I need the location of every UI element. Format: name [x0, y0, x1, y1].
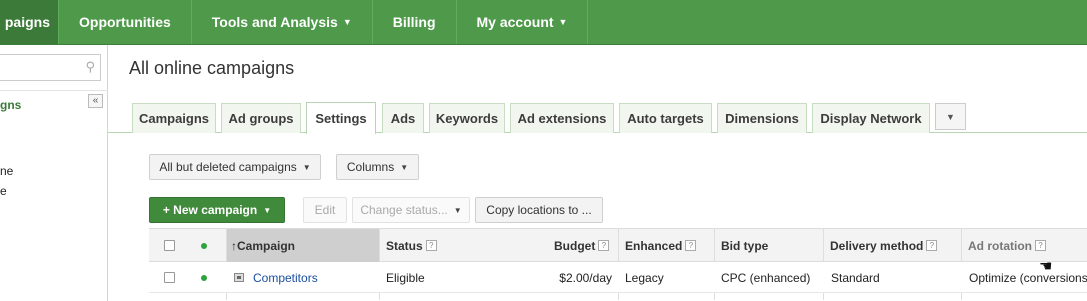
search-campaign-icon	[234, 273, 244, 282]
help-icon[interactable]: ?	[685, 240, 697, 251]
select-all-checkbox[interactable]	[164, 229, 175, 262]
dropdown-label: Change status...	[360, 203, 448, 217]
column-header-campaign[interactable]: ↑ Campaign	[226, 229, 379, 262]
status-dot	[201, 262, 207, 293]
tab-ad-groups[interactable]: Ad groups	[221, 103, 301, 133]
sidebar-item-online[interactable]: ne	[0, 164, 13, 178]
nav-tab-label: paigns	[4, 14, 50, 30]
campaign-link[interactable]: Competitors	[253, 271, 318, 285]
column-header-label: Budget	[554, 238, 596, 253]
column-header-delivery-method[interactable]: Delivery method?	[830, 229, 938, 262]
dropdown-label: All but deleted campaigns	[159, 160, 297, 174]
column-header-label: Campaign	[237, 238, 296, 253]
row-checkbox[interactable]	[164, 262, 175, 293]
column-header-bid-type[interactable]: Bid type	[721, 229, 768, 262]
checkbox[interactable]	[164, 272, 175, 283]
chevron-down-icon: ▼	[342, 17, 352, 27]
column-header-ad-rotation[interactable]: Ad rotation?	[968, 229, 1046, 262]
column-header-label: Bid type	[721, 238, 769, 253]
column-header-label: Status	[386, 238, 423, 253]
column-header-enhanced[interactable]: Enhanced?	[625, 229, 697, 262]
chevron-down-icon: ▼	[263, 205, 272, 215]
help-icon[interactable]: ?	[1035, 240, 1046, 251]
sidebar-search-input[interactable]: ⚲	[0, 54, 101, 81]
sidebar-item-campaigns[interactable]: gns	[0, 98, 21, 112]
column-header-label: Delivery method	[830, 238, 924, 253]
bid-type-cell[interactable]: CPC (enhanced)	[721, 262, 810, 293]
search-icon[interactable]: ⚲	[85, 59, 95, 75]
change-status-dropdown[interactable]: Change status... ▼	[352, 197, 470, 223]
chevron-down-icon: ▼	[946, 111, 955, 122]
delivery-method-cell[interactable]: Standard	[831, 262, 880, 293]
status-dot-header	[201, 229, 207, 262]
status-dot-icon	[201, 242, 207, 249]
page-title: All online campaigns	[129, 58, 295, 78]
column-header-budget[interactable]: Budget?	[554, 229, 610, 262]
collapse-sidebar-icon[interactable]: «	[88, 94, 103, 108]
column-header-label: Enhanced	[625, 238, 683, 253]
button-label: + New campaign	[162, 203, 258, 217]
nav-tab-label: My account	[476, 14, 554, 30]
nav-tab-campaigns[interactable]: paigns	[0, 0, 59, 44]
help-icon[interactable]: ?	[926, 240, 938, 251]
sidebar-item-other[interactable]: e	[0, 184, 7, 198]
copy-locations-button[interactable]: Copy locations to ...	[475, 197, 603, 223]
chevron-down-icon: ▼	[400, 162, 409, 172]
campaign-cell: Competitors	[234, 262, 318, 293]
sidebar: ⚲ « gns ne e	[0, 45, 108, 301]
dropdown-label: Columns	[346, 160, 395, 174]
chevron-down-icon: ▼	[558, 17, 568, 27]
tab-campaigns[interactable]: Campaigns	[132, 103, 216, 133]
tab-bar: Campaigns Ad groups Settings Ads Keyword…	[108, 102, 1087, 134]
help-icon[interactable]: ?	[425, 240, 437, 251]
edit-button[interactable]: Edit	[303, 197, 347, 223]
tab-dimensions[interactable]: Dimensions	[717, 103, 807, 133]
ad-rotation-cell[interactable]: Optimize (conversions)	[969, 262, 1087, 293]
chevron-down-icon: ▼	[453, 205, 462, 215]
nav-tab-billing[interactable]: Billing	[373, 0, 457, 44]
help-icon[interactable]: ?	[598, 240, 610, 251]
budget-cell[interactable]: $2.00/day	[379, 262, 612, 293]
hand-cursor-icon: ☚	[1039, 258, 1053, 275]
column-header-status[interactable]: Status?	[386, 229, 437, 262]
tab-ad-extensions[interactable]: Ad extensions	[510, 103, 614, 133]
enabled-status-icon	[201, 274, 207, 281]
checkbox[interactable]	[164, 240, 175, 251]
campaign-filter-dropdown[interactable]: All but deleted campaigns ▼	[149, 154, 321, 180]
tab-settings[interactable]: Settings	[306, 102, 376, 134]
chevron-down-icon: ▼	[302, 162, 311, 172]
more-tabs-button[interactable]: ▼	[935, 103, 966, 130]
top-nav: paigns Opportunities Tools and Analysis ▼…	[0, 0, 1087, 45]
nav-tab-opportunities[interactable]: Opportunities	[59, 0, 192, 44]
tab-display-network[interactable]: Display Network	[812, 103, 930, 133]
nav-tab-label: Opportunities	[79, 14, 171, 30]
table-row: Competitors Eligible $2.00/day Legacy CP…	[149, 262, 1087, 293]
nav-tab-tools-and-analysis[interactable]: Tools and Analysis ▼	[192, 0, 373, 44]
nav-tab-label: Billing	[392, 14, 436, 30]
enhanced-cell: Legacy	[625, 270, 664, 285]
divider	[0, 90, 108, 91]
nav-tab-label: Tools and Analysis	[211, 14, 338, 30]
nav-tab-my-account[interactable]: My account ▼	[457, 0, 589, 44]
tab-auto-targets[interactable]: Auto targets	[619, 103, 712, 133]
new-campaign-button[interactable]: + New campaign ▼	[149, 197, 285, 223]
tab-ads[interactable]: Ads	[382, 103, 424, 133]
columns-dropdown[interactable]: Columns ▼	[336, 154, 419, 180]
column-header-label: Ad rotation	[968, 238, 1032, 253]
tab-keywords[interactable]: Keywords	[429, 103, 505, 133]
